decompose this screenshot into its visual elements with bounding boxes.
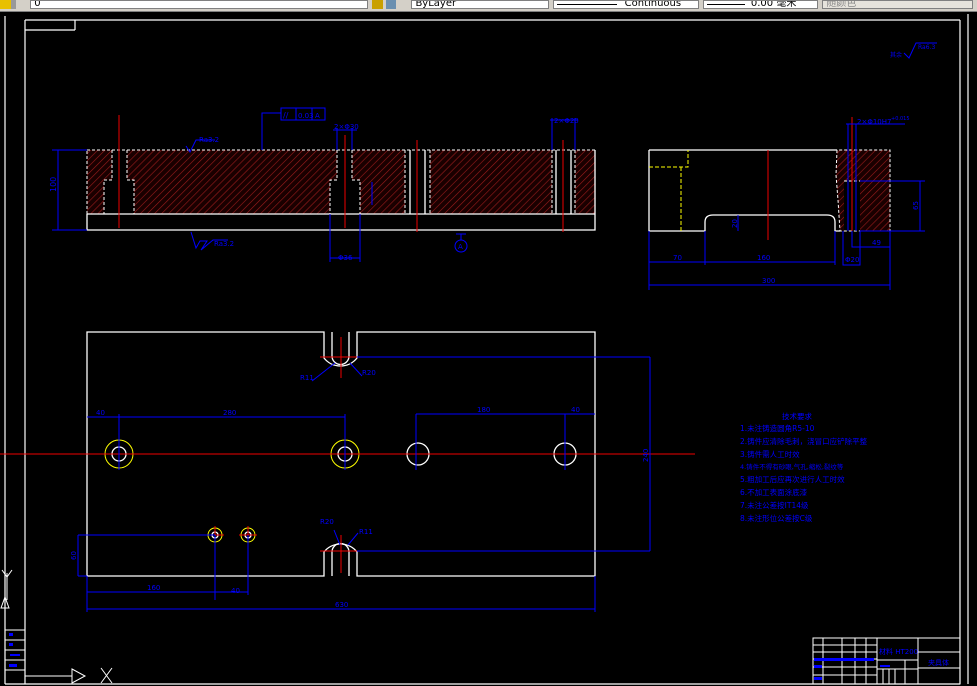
dim-180: 180 xyxy=(477,406,490,414)
dim-49: 49 xyxy=(872,239,881,247)
layout-tabs-strip[interactable] xyxy=(5,629,25,671)
label-r11-top: R11 xyxy=(300,374,314,382)
dim-280: 280 xyxy=(223,409,236,417)
material-label: 材料 HT200 xyxy=(879,647,918,656)
front-view: 100 Ra3.2 Ra3.2 // 0.03 A 2×Φ30 2×Φ20 Φ3… xyxy=(49,107,596,262)
label-r20-bottom: R20 xyxy=(320,518,334,526)
dim-height: 100 xyxy=(49,177,58,192)
tech-req-item: 7.未注公差按IT14级 xyxy=(740,500,809,510)
dim-60: 60 xyxy=(70,551,78,560)
roughness-top: Ra3.2 xyxy=(199,136,219,144)
label-r20-top: R20 xyxy=(362,369,376,377)
label-r11-bottom: R11 xyxy=(359,528,373,536)
dim-phi20: Φ20 xyxy=(845,256,859,264)
tech-req-item: 4.铸件不得有砂眼,气孔,缩松,裂纹等 xyxy=(740,462,844,471)
tech-req-item: 1.未注铸造圆角R5-10 xyxy=(740,423,815,433)
dim-40-bottom: 40 xyxy=(231,587,240,595)
dim-counterbore: Φ36 xyxy=(338,254,353,262)
tech-req-item: 3.铸件需人工时效 xyxy=(740,449,800,459)
other-roughness-label: 其余 xyxy=(890,51,902,59)
datum-label: A xyxy=(458,243,463,251)
hole-callout-2x10h7: 2×Φ10H7 xyxy=(857,118,891,126)
dim-630: 630 xyxy=(335,601,348,609)
drawing-canvas[interactable]: 100 Ra3.2 Ra3.2 // 0.03 A 2×Φ30 2×Φ20 Φ3… xyxy=(0,0,977,686)
dim-160: 160 xyxy=(757,254,770,262)
dim-65: 65 xyxy=(912,201,920,210)
side-view: 2×Φ10H7 +0.015 65 20 49 Φ20 70 160 300 xyxy=(648,116,925,290)
dim-40-right: 40 xyxy=(571,406,580,414)
dim-160-bottom: 160 xyxy=(147,584,160,592)
tech-requirements-title: 技术要求 xyxy=(782,411,812,421)
dim-300: 300 xyxy=(762,277,775,285)
dim-20: 20 xyxy=(731,219,739,228)
tolerance-symbol: // xyxy=(283,111,289,120)
tech-req-item: 6.不加工表面涂底漆 xyxy=(740,487,808,497)
tech-req-item: 8.未注形位公差按C级 xyxy=(740,513,813,523)
tolerance-datum: A xyxy=(315,112,320,120)
ucs-y-label: Y xyxy=(0,0,1,1)
dim-70: 70 xyxy=(673,254,682,262)
hole-callout-2x30: 2×Φ30 xyxy=(334,123,359,131)
tech-req-item: 2.铸件应清除毛刺，浇冒口应铲除平整 xyxy=(740,436,868,446)
plan-view: R11 R20 R20 R11 40 280 180 40 240 60 160… xyxy=(0,331,695,612)
other-roughness: 其余 Ra6.3 xyxy=(890,42,937,59)
other-roughness-value: Ra6.3 xyxy=(918,44,935,51)
tech-req-item: 5.粗加工后应再次进行人工时效 xyxy=(740,474,845,484)
tolerance-value: 0.03 xyxy=(298,112,314,120)
hole-callout-2x20: 2×Φ20 xyxy=(554,117,579,125)
dim-40-left: 40 xyxy=(96,409,105,417)
tech-requirements: 技术要求 1.未注铸造圆角R5-10 2.铸件应清除毛刺，浇冒口应铲除平整 3.… xyxy=(740,411,868,523)
hole-tolerance: +0.015 xyxy=(891,116,910,122)
ucs-icon xyxy=(0,569,113,684)
dim-240: 240 xyxy=(642,449,650,462)
roughness-bottom: Ra3.2 xyxy=(214,240,234,248)
part-name: 夹具体 xyxy=(928,658,949,667)
ucs-x-label: X xyxy=(0,0,1,1)
title-block: 材料 HT200 夹具体 xyxy=(812,637,961,685)
